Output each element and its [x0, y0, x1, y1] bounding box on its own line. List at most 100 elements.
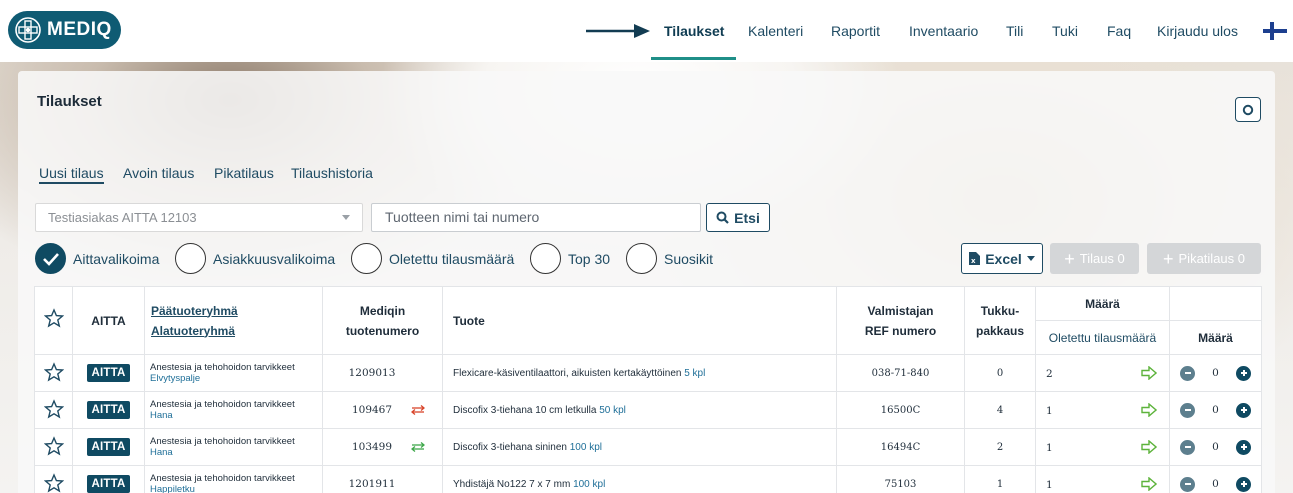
pack-size-link[interactable]: 100 kpl	[570, 442, 602, 453]
product-cell: Discofix 3-tiehana sininen 100 kpl	[442, 428, 837, 466]
top-header: MEDIQ Tilaukset Kalenteri Raportit Inven…	[0, 0, 1293, 62]
logo-text: MEDIQ	[47, 19, 112, 40]
sub-group-link[interactable]: Happiletku	[145, 484, 322, 493]
quick-order-button[interactable]: + Pikatilaus 0	[1147, 243, 1261, 274]
excel-export-button[interactable]: x Excel	[961, 243, 1043, 274]
plus-circle-icon[interactable]	[1236, 476, 1251, 492]
product-number-cell: 1209013	[322, 354, 443, 392]
order-button-label: Tilaus 0	[1079, 251, 1125, 266]
aitta-column-header: AITTA	[72, 286, 145, 355]
customer-select[interactable]: Testiasiakas AITTA 12103	[35, 203, 363, 232]
sub-group-link[interactable]: Hana	[145, 410, 322, 421]
wholesale-cell: 0	[964, 354, 1036, 392]
nav-tili[interactable]: Tili	[1006, 23, 1023, 39]
tab-avoin-tilaus[interactable]: Avoin tilaus	[123, 165, 194, 181]
tab-pikatilaus[interactable]: Pikatilaus	[214, 165, 274, 181]
star-outline-icon[interactable]	[43, 472, 64, 493]
checkbox[interactable]	[530, 243, 561, 274]
chevron-down-icon	[342, 215, 350, 220]
checkbox-checked[interactable]	[35, 243, 66, 274]
minus-circle-icon[interactable]	[1180, 365, 1195, 381]
mediq-logo[interactable]: MEDIQ	[8, 11, 121, 49]
product-cell: Yhdistäjä No122 7 x 7 mm 100 kpl	[442, 465, 837, 493]
nav-raportit[interactable]: Raportit	[831, 23, 880, 39]
quick-order-button-label: Pikatilaus 0	[1178, 251, 1245, 266]
filter-top-30[interactable]: Top 30	[530, 243, 610, 274]
group-column-header: Päätuoteryhmä Alatuoteryhmä	[144, 286, 323, 355]
aitta-cell: AITTA	[72, 428, 145, 466]
arrow-right-outline-icon[interactable]	[1141, 366, 1157, 380]
sub-group-sort-link[interactable]: Alatuoteryhmä	[145, 321, 322, 341]
checkbox[interactable]	[351, 243, 382, 274]
wholesale-cell: 1	[964, 465, 1036, 493]
settings-button[interactable]	[1235, 97, 1261, 122]
qty-value[interactable]: 0	[1212, 404, 1219, 416]
pack-size-link[interactable]: 5 kpl	[684, 368, 705, 379]
arrow-right-outline-icon[interactable]	[1141, 477, 1157, 491]
nav-kalenteri[interactable]: Kalenteri	[748, 23, 803, 39]
nav-kirjaudu-ulos[interactable]: Kirjaudu ulos	[1157, 23, 1238, 39]
arrow-right-icon	[586, 24, 650, 38]
star-outline-icon[interactable]	[43, 307, 64, 328]
search-button[interactable]: Etsi	[706, 203, 770, 232]
minus-circle-icon[interactable]	[1180, 402, 1195, 418]
minus-circle-icon[interactable]	[1180, 476, 1195, 492]
plus-circle-icon[interactable]	[1236, 402, 1251, 418]
arrow-right-outline-icon[interactable]	[1141, 403, 1157, 417]
nav-tilaukset[interactable]: Tilaukset	[664, 23, 724, 39]
product-search-input[interactable]: Tuotteen nimi tai numero	[371, 203, 701, 232]
qty-stepper-cell: 0	[1169, 428, 1262, 466]
ref-cell: 038-71-840	[836, 354, 965, 392]
filter-label: Top 30	[568, 250, 611, 267]
qty-value[interactable]: 0	[1212, 441, 1219, 453]
default-qty-column-header: Oletettu tilausmäärä	[1035, 320, 1170, 355]
main-group-sort-link[interactable]: Päätuoteryhmä	[145, 301, 322, 321]
qty-value[interactable]: 0	[1212, 367, 1219, 379]
qty-value[interactable]: 0	[1212, 478, 1219, 490]
product-name: Discofix 3-tiehana sininen	[453, 441, 567, 453]
empty-header	[1169, 286, 1262, 321]
wholesale-header-line2: pakkaus	[975, 323, 1025, 338]
sub-group-link[interactable]: Elvytyspalje	[145, 373, 322, 384]
nav-faq[interactable]: Faq	[1107, 23, 1131, 39]
filter-suosikit[interactable]: Suosikit	[626, 243, 713, 274]
finnish-flag-icon[interactable]	[1263, 22, 1287, 40]
minus-circle-icon[interactable]	[1180, 439, 1195, 455]
wholesale-cell: 4	[964, 391, 1036, 429]
caret-down-icon	[1026, 256, 1035, 261]
checkbox[interactable]	[626, 243, 657, 274]
filter-oletettu-tilausmaara[interactable]: Oletettu tilausmäärä	[351, 243, 514, 274]
plus-circle-icon[interactable]	[1236, 365, 1251, 381]
quantity-group-header: Määrä	[1035, 286, 1170, 321]
tab-uusi-tilaus[interactable]: Uusi tilaus	[39, 165, 104, 184]
swap-arrows-icon[interactable]	[410, 442, 426, 453]
star-outline-icon[interactable]	[43, 361, 64, 382]
order-button[interactable]: + Tilaus 0	[1050, 243, 1139, 274]
filter-label: Oletettu tilausmäärä	[389, 250, 515, 267]
plus-circle-icon[interactable]	[1236, 439, 1251, 455]
wholesale-cell: 2	[964, 428, 1036, 466]
swap-arrows-icon[interactable]	[410, 405, 426, 416]
default-qty-value: 1	[1046, 479, 1053, 491]
file-excel-icon: x	[969, 252, 981, 265]
pack-size-link[interactable]: 50 kpl	[599, 405, 626, 416]
table-row: AITTA Anestesia ja tehohoidon tarvikkeet…	[34, 354, 1262, 392]
nav-tuki[interactable]: Tuki	[1052, 23, 1078, 39]
settings-icon	[1242, 104, 1254, 115]
checkmark-icon	[42, 252, 59, 266]
checkbox[interactable]	[175, 243, 206, 274]
tab-tilaushistoria[interactable]: Tilaushistoria	[291, 165, 373, 181]
pack-size-link[interactable]: 100 kpl	[573, 479, 605, 490]
filter-asiakkuusvalikoima[interactable]: Asiakkuusvalikoima	[175, 243, 335, 274]
main-group: Anestesia ja tehohoidon tarvikkeet	[150, 473, 295, 484]
star-outline-icon[interactable]	[43, 398, 64, 419]
aitta-badge: AITTA	[87, 401, 130, 419]
star-outline-icon[interactable]	[43, 435, 64, 456]
page-title: Tilaukset	[37, 93, 102, 110]
nav-inventaario[interactable]: Inventaario	[909, 23, 978, 39]
arrow-right-outline-icon[interactable]	[1141, 440, 1157, 454]
favorite-cell	[34, 428, 73, 466]
filter-aittavalikoima[interactable]: Aittavalikoima	[35, 243, 159, 274]
sub-group-link[interactable]: Hana	[145, 447, 322, 458]
qty-column-header: Määrä	[1169, 320, 1262, 355]
